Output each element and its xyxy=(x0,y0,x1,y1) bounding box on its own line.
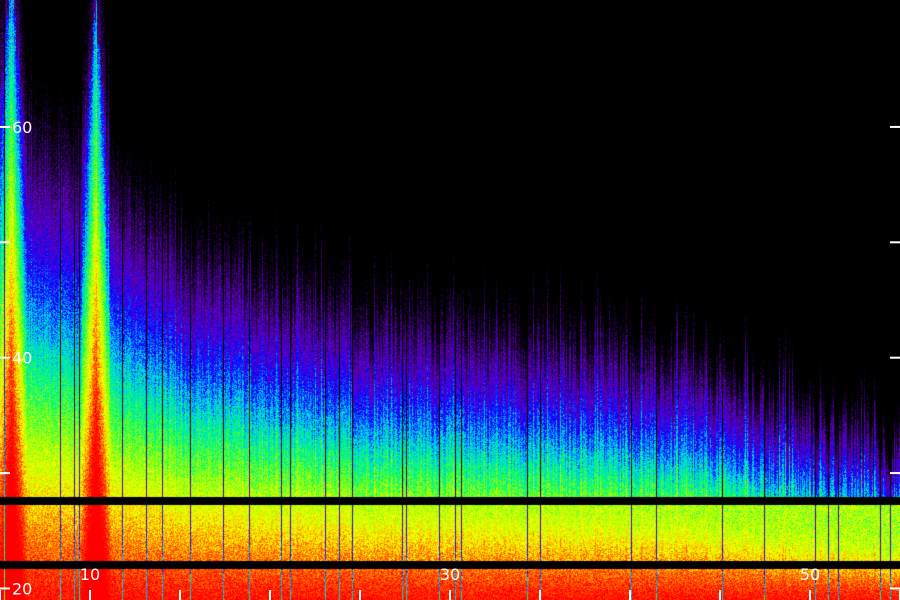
tick-labels-group: 20 40 60 10 30 50 xyxy=(12,118,820,599)
x-tick-label: 50 xyxy=(800,565,820,584)
y-tick-label: 60 xyxy=(12,118,32,137)
axis-overlay: 20 40 60 10 30 50 xyxy=(0,118,900,600)
y-tick-label: 40 xyxy=(12,349,32,368)
x-tick-label: 10 xyxy=(80,565,100,584)
x-tick-label: 30 xyxy=(440,565,460,584)
ticks-group xyxy=(0,125,900,600)
y-tick-label: 20 xyxy=(12,579,32,598)
